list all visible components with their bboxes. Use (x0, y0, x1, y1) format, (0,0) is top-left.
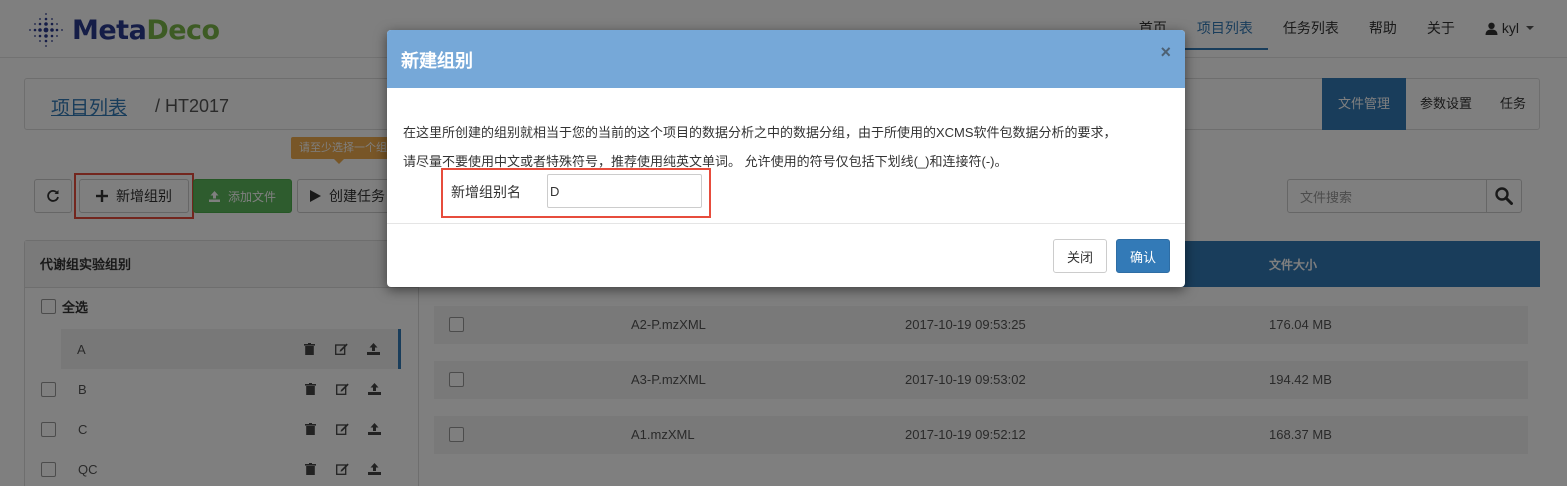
dialog-description-line1: 在这里所创建的组别就相当于您的当前的这个项目的数据分析之中的数据分组，由于所使用… (403, 125, 1117, 140)
dialog-divider (387, 223, 1185, 224)
dialog-title: 新建组别 (401, 51, 473, 71)
close-icon[interactable]: × (1160, 42, 1171, 63)
group-name-highlight (441, 168, 711, 218)
dialog-header: 新建组别 × (387, 30, 1185, 88)
new-group-dialog: 新建组别 × 在这里所创建的组别就相当于您的当前的这个项目的数据分析之中的数据分… (387, 30, 1185, 287)
confirm-button[interactable]: 确认 (1116, 239, 1170, 273)
close-button[interactable]: 关闭 (1053, 239, 1107, 273)
